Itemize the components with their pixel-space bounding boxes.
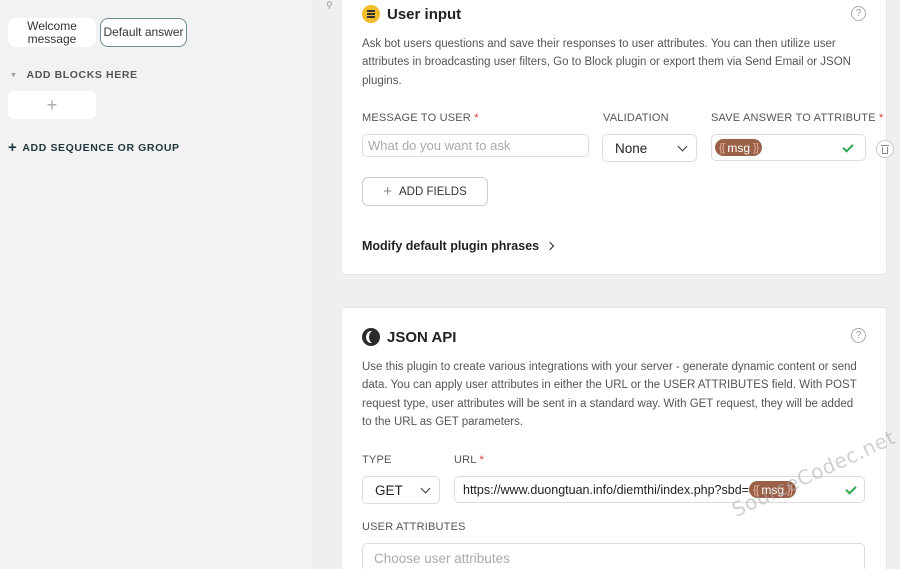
type-select[interactable]: GET — [362, 476, 440, 504]
user-input-icon — [362, 5, 380, 23]
help-icon[interactable]: ? — [851, 6, 866, 21]
add-blocks-label: ADD BLOCKS HERE — [26, 69, 138, 81]
add-sequence-button[interactable]: + ADD SEQUENCE OR GROUP — [8, 139, 180, 156]
json-api-title: JSON API — [362, 328, 456, 346]
plus-icon: + — [383, 183, 392, 200]
validation-select[interactable]: None — [602, 134, 697, 162]
modify-plugin-phrases-link[interactable]: Modify default plugin phrases — [362, 239, 555, 253]
user-attributes-input[interactable]: Choose user attributes — [362, 543, 865, 569]
type-label: TYPE — [362, 454, 392, 466]
message-to-user-label: MESSAGE TO USER * — [362, 112, 479, 124]
user-input-description: Ask bot users questions and save their r… — [362, 38, 851, 87]
collapse-triangle-icon: ▼ — [10, 71, 18, 79]
url-label: URL * — [454, 454, 484, 466]
validation-label: VALIDATION — [603, 112, 669, 124]
block-default-answer[interactable]: Default answer — [100, 18, 187, 47]
add-block-button[interactable]: + — [8, 91, 96, 119]
checkmark-icon — [845, 483, 857, 495]
checkmark-icon — [842, 141, 854, 153]
json-api-card: JSON API ? Use this plugin to create var… — [341, 307, 887, 569]
save-answer-label: SAVE ANSWER TO ATTRIBUTE * — [711, 112, 884, 124]
user-input-title: User input — [362, 5, 461, 23]
connector-icon: ⚲ — [326, 0, 333, 10]
user-input-title-text: User input — [387, 5, 462, 23]
json-api-title-text: JSON API — [387, 328, 457, 346]
json-api-icon — [362, 328, 380, 346]
add-fields-button[interactable]: + ADD FIELDS — [362, 177, 488, 206]
trash-icon[interactable] — [876, 140, 894, 158]
chevron-right-icon — [545, 241, 555, 251]
chevron-down-icon — [420, 483, 431, 493]
user-attributes-label: USER ATTRIBUTES — [362, 521, 466, 533]
message-to-user-input[interactable]: What do you want to ask — [362, 134, 589, 157]
save-answer-attribute-input[interactable]: {{msg}} — [711, 134, 866, 161]
chevron-down-icon — [677, 141, 688, 151]
block-welcome-message[interactable]: Welcome message — [8, 18, 96, 47]
attribute-chip: {{msg}} — [715, 139, 763, 156]
plus-icon: + — [8, 139, 18, 156]
add-blocks-header[interactable]: ▼ ADD BLOCKS HERE — [10, 69, 138, 81]
user-input-card: User input ? Ask bot users questions and… — [341, 0, 894, 275]
sidebar: Welcome message Default answer ▼ ADD BLO… — [0, 0, 312, 569]
json-api-description: Use this plugin to create various integr… — [362, 361, 857, 428]
help-icon[interactable]: ? — [851, 328, 866, 343]
add-sequence-label: ADD SEQUENCE OR GROUP — [22, 141, 180, 154]
